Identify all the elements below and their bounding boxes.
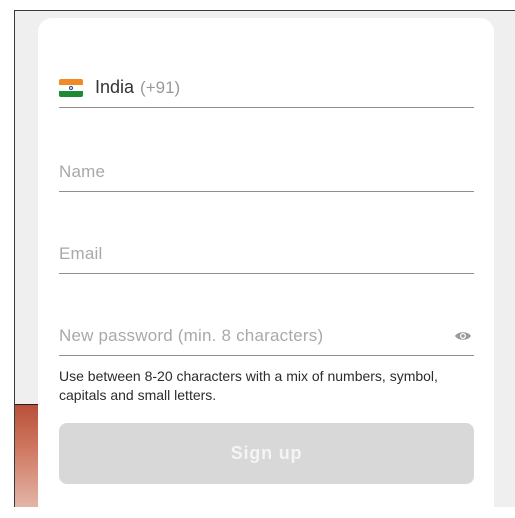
password-field[interactable]: New password (min. 8 characters)	[59, 316, 474, 356]
name-placeholder: Name	[59, 161, 106, 181]
country-dial-code: (+91)	[140, 77, 181, 97]
signup-card: India (+91) Name Email New password (min…	[38, 18, 494, 518]
password-placeholder: New password (min. 8 characters)	[59, 325, 324, 345]
country-selector[interactable]: India (+91)	[59, 68, 474, 108]
email-field[interactable]: Email	[59, 234, 474, 274]
country-name: India	[95, 77, 135, 97]
email-placeholder: Email	[59, 243, 103, 263]
password-hint: Use between 8-20 characters with a mix o…	[59, 368, 438, 403]
name-field[interactable]: Name	[59, 152, 474, 192]
background-photo	[15, 405, 39, 507]
eye-icon[interactable]	[454, 330, 472, 342]
signup-button[interactable]: Sign up	[59, 423, 474, 484]
india-flag-icon	[59, 78, 83, 97]
